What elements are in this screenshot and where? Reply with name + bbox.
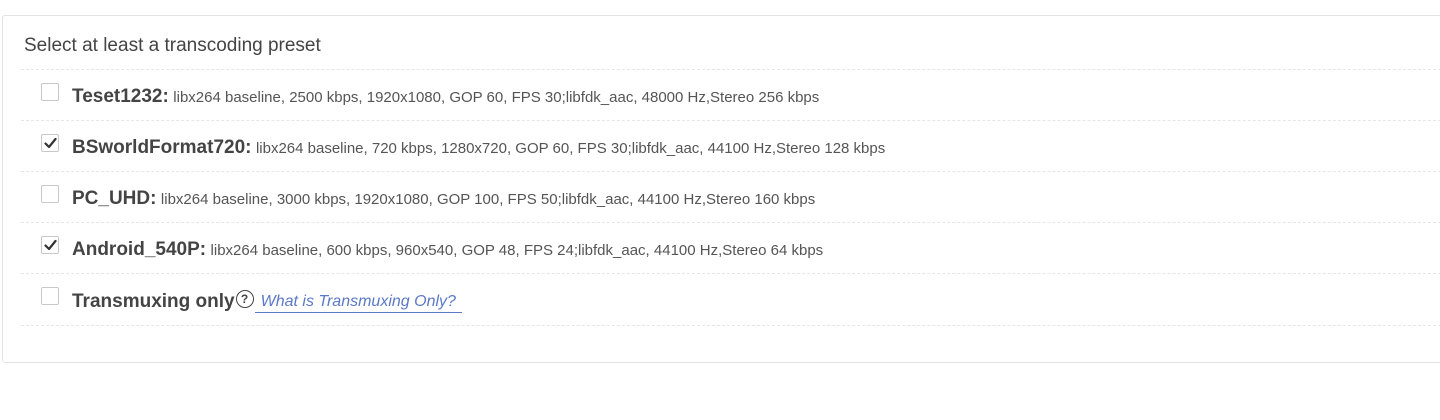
transmuxing-checkbox[interactable]	[41, 287, 59, 305]
checkmark-icon	[44, 137, 57, 149]
preset-name: BSworldFormat720:	[72, 137, 252, 158]
preset-checkbox[interactable]	[41, 236, 59, 254]
preset-list: Teset1232: libx264 baseline, 2500 kbps, …	[21, 69, 1440, 326]
preset-checkbox[interactable]	[41, 134, 59, 152]
transmuxing-row[interactable]: Transmuxing only? What is Transmuxing Onl…	[21, 273, 1440, 326]
preset-description: libx264 baseline, 2500 kbps, 1920x1080, …	[173, 89, 820, 106]
preset-text: Teset1232: libx264 baseline, 2500 kbps, …	[72, 86, 819, 109]
panel-title: Select at least a transcoding preset	[24, 35, 321, 56]
preset-description: libx264 baseline, 600 kbps, 960x540, GOP…	[210, 242, 824, 259]
preset-description: libx264 baseline, 3000 kbps, 1920x1080, …	[160, 191, 816, 208]
preset-text: PC_UHD: libx264 baseline, 3000 kbps, 192…	[72, 188, 815, 211]
question-circle-icon: ?	[235, 290, 254, 308]
preset-name: PC_UHD:	[72, 188, 157, 209]
preset-checkbox[interactable]	[41, 185, 59, 203]
preset-row[interactable]: PC_UHD: libx264 baseline, 3000 kbps, 192…	[21, 171, 1440, 222]
preset-description: libx264 baseline, 720 kbps, 1280x720, GO…	[255, 140, 886, 157]
preset-row[interactable]: Android_540P: libx264 baseline, 600 kbps…	[21, 222, 1440, 273]
transcoding-preset-panel: Select at least a transcoding preset Tes…	[2, 15, 1440, 363]
preset-row[interactable]: Teset1232: libx264 baseline, 2500 kbps, …	[21, 69, 1440, 120]
checkmark-icon	[44, 239, 57, 251]
transmuxing-text: Transmuxing only? What is Transmuxing Onl…	[72, 290, 462, 314]
preset-checkbox[interactable]	[41, 83, 59, 101]
transmuxing-help-link[interactable]: What is Transmuxing Only?	[254, 293, 462, 313]
preset-row[interactable]: BSworldFormat720: libx264 baseline, 720 …	[21, 120, 1440, 171]
preset-name: Android_540P:	[72, 239, 207, 260]
preset-name: Teset1232:	[72, 86, 169, 107]
preset-text: Android_540P: libx264 baseline, 600 kbps…	[72, 239, 823, 262]
preset-text: BSworldFormat720: libx264 baseline, 720 …	[72, 137, 885, 160]
transmuxing-label: Transmuxing only	[72, 291, 235, 312]
